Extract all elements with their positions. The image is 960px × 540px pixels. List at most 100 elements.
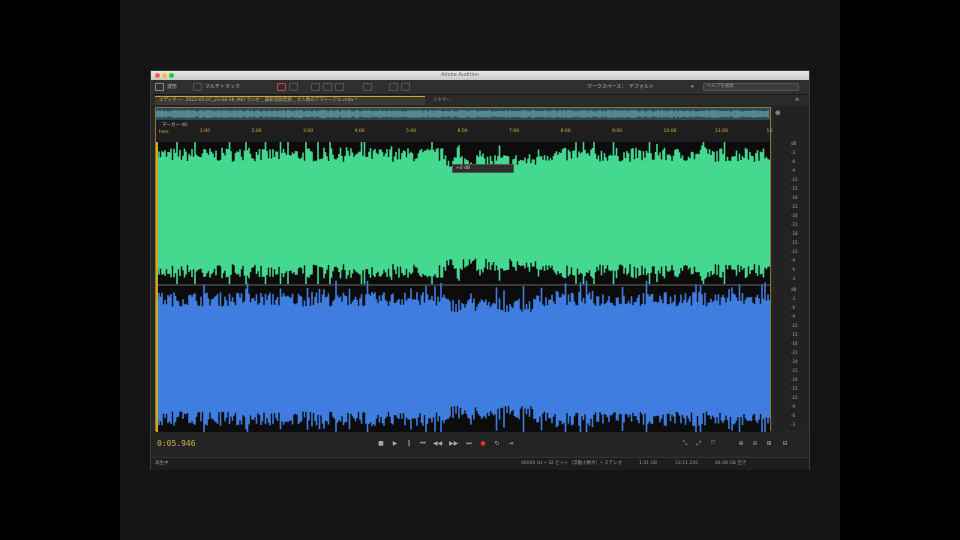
db-scale-label: -3 — [791, 150, 795, 155]
window-title: Adobe Audition — [441, 72, 480, 78]
zoom-out-full-icon[interactable]: ⊟ — [781, 440, 789, 448]
time-selection-tool-icon[interactable] — [363, 83, 372, 91]
volume-hud[interactable]: +0 dB — [452, 164, 514, 173]
db-scale-label: -3 — [791, 422, 795, 427]
skip-back-icon[interactable]: ⏮ — [419, 440, 427, 448]
status-bar: 再生中 48000 Hz • 32 ビット（浮動小数点）• ステレオ 1.41 … — [151, 457, 809, 470]
slip-tool-icon[interactable] — [335, 83, 344, 91]
file-size: 1.41 GB — [639, 461, 658, 466]
play-icon[interactable]: ▶ — [391, 440, 399, 448]
ruler-tick-label: 2:00 — [251, 129, 262, 134]
tab-editor[interactable]: エディター：2022-05-07_23-08-58_MEI ラジオ _ 最新収録… — [155, 96, 425, 105]
marker-count-label: マーカー (6) — [162, 123, 188, 128]
ruler-tick-label: 7:00 — [509, 129, 520, 134]
help-search-input[interactable]: ヘルプを検索 — [703, 83, 799, 91]
db-scale-label: -21 — [791, 368, 798, 373]
left-channel-waveform-body — [156, 181, 770, 245]
db-scale-label: -21 — [791, 350, 798, 355]
workspace-select[interactable]: デフォルト — [629, 83, 654, 91]
skip-forward-icon[interactable]: ⏭ — [465, 440, 473, 448]
letterbox-bottom — [120, 472, 840, 540]
db-scale-label: -15 — [791, 332, 798, 337]
stop-icon[interactable]: ■ — [377, 440, 385, 448]
record-icon[interactable]: ● — [479, 440, 487, 448]
db-scale-label: -18 — [791, 377, 798, 382]
zoom-selection-icon[interactable]: ⊞ — [765, 440, 773, 448]
razor-tool-icon[interactable] — [323, 83, 332, 91]
db-scale-label: -15 — [791, 386, 798, 391]
minimize-window-button[interactable] — [162, 73, 167, 78]
ruler-tick-label: 4:00 — [354, 129, 365, 134]
ruler-tick-label: 11:00 — [715, 129, 728, 134]
overview-waveform — [156, 110, 769, 118]
close-window-button[interactable] — [155, 73, 160, 78]
zoom-amplitude-out-icon[interactable]: ⤢ — [695, 440, 703, 448]
db-scale-label: dB — [791, 141, 797, 146]
waveform-view-icon[interactable] — [155, 83, 164, 91]
db-scale-label: -12 — [791, 249, 798, 254]
ruler-tick-label: 1:00 — [200, 129, 211, 134]
maximize-window-button[interactable] — [169, 73, 174, 78]
db-scale-label: -12 — [791, 323, 798, 328]
transport-bar: 0:05.946 ■ ▶ ‖ ⏮ ◀◀ ▶▶ ⏭ ● ↻ ⇥ ⤡ ⤢ ⤧ ⊕ ⊖… — [151, 433, 809, 455]
multitrack-view-icon[interactable] — [193, 83, 202, 91]
skip-selection-icon[interactable]: ⇥ — [507, 440, 515, 448]
db-scale-label: -12 — [791, 177, 798, 182]
waveform-mode-label[interactable]: 波形 — [167, 83, 177, 91]
video-frame: Adobe Audition 波形 マルチトラック ワークスペース： デフォルト… — [120, 0, 840, 540]
db-scale-label: -21 — [791, 222, 798, 227]
sample-format: 48000 Hz • 32 ビット（浮動小数点）• ステレオ — [521, 461, 623, 466]
hud-gain-value[interactable]: +0 dB — [456, 166, 470, 171]
panel-menu-icon[interactable]: ≡ — [795, 96, 799, 104]
zoom-full-icon[interactable]: ⤧ — [709, 440, 717, 448]
spot-healing-icon[interactable] — [401, 83, 410, 91]
letterbox-top — [120, 0, 840, 68]
ruler-tick-label: 8:00 — [560, 129, 571, 134]
current-time-display: 0:05.946 — [157, 439, 196, 448]
db-scale-label: -6 — [791, 305, 795, 310]
db-scale-label: -12 — [791, 395, 798, 400]
move-tool-icon[interactable] — [311, 83, 320, 91]
brush-tool-icon[interactable] — [389, 83, 398, 91]
ruler-tick-label: 3:00 — [303, 129, 314, 134]
chevron-down-icon[interactable]: ▾ — [691, 83, 694, 91]
zoom-out-time-icon[interactable]: ⊖ — [751, 440, 759, 448]
zoom-in-icon[interactable]: ⊕ — [775, 109, 781, 117]
db-scale-label: -9 — [791, 258, 795, 263]
panel-tab-bar: エディター：2022-05-07_23-08-58_MEI ラジオ _ 最新収録… — [151, 95, 809, 105]
title-bar: Adobe Audition — [151, 71, 809, 80]
time-unit-label: hms — [159, 130, 169, 135]
multitrack-mode-label[interactable]: マルチトラック — [205, 83, 240, 91]
audition-window: Adobe Audition 波形 マルチトラック ワークスペース： デフォルト… — [150, 70, 810, 470]
db-scale-label: -9 — [791, 314, 795, 319]
waveform-editor[interactable]: マーカー (6) hms 1:00 2:00 3:00 4:00 5:00 6:00 7:0… — [155, 107, 779, 432]
fast-forward-icon[interactable]: ▶▶ — [449, 440, 458, 448]
spectral-view-icon[interactable] — [277, 83, 286, 91]
ruler-tick-label: 5:00 — [406, 129, 417, 134]
db-scale-label: dB — [791, 287, 797, 292]
free-space: 84.08 GB 空き — [715, 461, 747, 466]
db-scale-label: -6 — [791, 267, 795, 272]
db-scale-label: -18 — [791, 195, 798, 200]
db-scale-label: -9 — [791, 404, 795, 409]
db-scale-label: -21 — [791, 204, 798, 209]
zoom-in-time-icon[interactable]: ⊕ — [737, 440, 745, 448]
loop-icon[interactable]: ↻ — [493, 440, 501, 448]
db-scale-label: -6 — [791, 413, 795, 418]
db-scale-label: -15 — [791, 186, 798, 191]
playback-status: 再生中 — [155, 461, 169, 466]
db-scale-label: -15 — [791, 240, 798, 245]
tab-mixer[interactable]: ミキサー — [433, 96, 451, 105]
db-scale-label: -24 — [791, 213, 798, 218]
pause-icon[interactable]: ‖ — [405, 440, 413, 448]
waveform-display[interactable]: +0 dB — [156, 142, 770, 432]
workspace-label: ワークスペース： — [587, 84, 627, 90]
db-scale-label: -3 — [791, 276, 795, 281]
playhead[interactable] — [156, 142, 158, 432]
overview-navigator[interactable] — [156, 108, 770, 120]
ruler-tick-label: 9:00 — [612, 129, 623, 134]
time-ruler[interactable]: マーカー (6) hms 1:00 2:00 3:00 4:00 5:00 6:00 7:0… — [156, 121, 779, 141]
pitch-view-icon[interactable] — [289, 83, 298, 91]
rewind-icon[interactable]: ◀◀ — [433, 440, 442, 448]
zoom-amplitude-in-icon[interactable]: ⤡ — [681, 440, 689, 448]
